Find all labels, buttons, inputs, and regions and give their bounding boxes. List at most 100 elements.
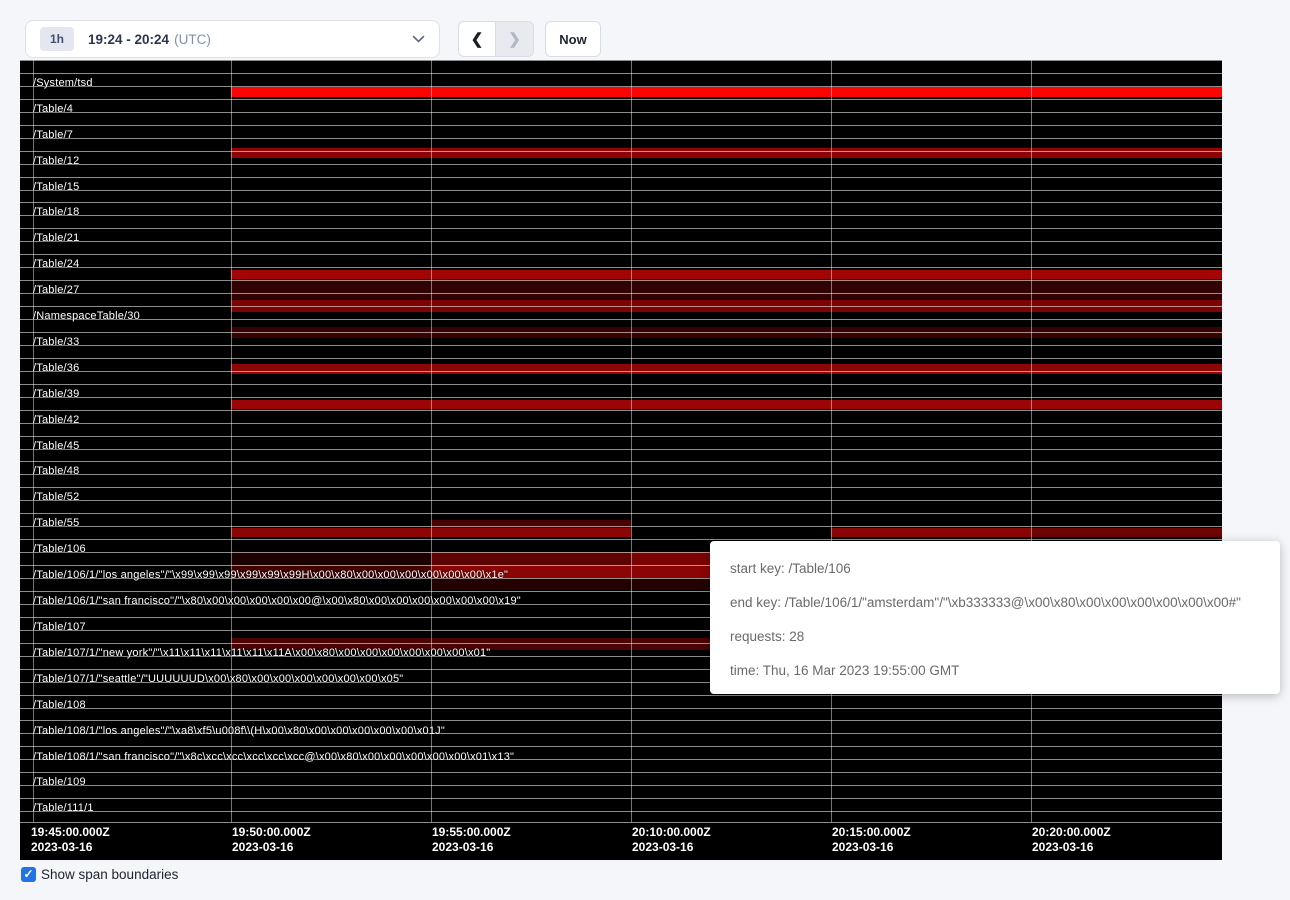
row-key-label: /Table/109 <box>33 775 86 789</box>
row-key-label: /Table/12 <box>33 154 79 168</box>
chevron-left-icon: ❮ <box>471 30 484 48</box>
time-axis-tick: 20:15:00.000Z2023-03-16 <box>832 825 911 855</box>
row-key-label: /Table/27 <box>33 283 79 297</box>
span-boundary-line <box>20 811 1222 812</box>
row-key-label: /Table/52 <box>33 490 79 504</box>
tick-date-label: 2023-03-16 <box>832 840 911 855</box>
heatmap-band <box>431 552 631 565</box>
toolbar: 1h 19:24 - 20:24 (UTC) ❮ ❯ Now <box>0 0 1290 60</box>
row-key-label: /Table/108/1/"san francisco"/"\x8c\xcc\x… <box>33 750 514 764</box>
span-boundary-line <box>20 177 1222 178</box>
tooltip-line: end key: /Table/106/1/"amsterdam"/"\xb33… <box>730 586 1260 620</box>
span-boundary-line <box>20 254 1222 255</box>
span-boundary-line <box>20 280 1222 281</box>
span-boundary-line <box>20 695 1222 696</box>
row-key-label: /Table/18 <box>33 205 79 219</box>
span-boundary-line <box>20 500 1222 501</box>
time-axis-tick: 19:45:00.000Z2023-03-16 <box>31 825 110 855</box>
time-range-select[interactable]: 1h 19:24 - 20:24 (UTC) <box>25 20 440 58</box>
row-key-label: /NamespaceTable/30 <box>33 309 140 323</box>
span-boundary-line <box>20 539 1222 540</box>
span-boundary-line <box>20 60 1222 61</box>
tick-date-label: 2023-03-16 <box>632 840 711 855</box>
tick-time-label: 19:50:00.000Z <box>232 825 311 840</box>
heatmap-band <box>231 364 1222 374</box>
row-key-label: /Table/55 <box>33 516 79 530</box>
time-bucket-boundary-line <box>631 60 632 822</box>
time-range-timezone: (UTC) <box>174 32 211 47</box>
span-boundary-line <box>20 822 1222 823</box>
tick-date-label: 2023-03-16 <box>432 840 511 855</box>
now-button[interactable]: Now <box>545 21 601 57</box>
bucket-tooltip: start key: /Table/106end key: /Table/106… <box>710 541 1280 694</box>
tick-date-label: 2023-03-16 <box>232 840 311 855</box>
row-key-label: /Table/36 <box>33 361 79 375</box>
span-boundary-line <box>20 397 1222 398</box>
row-key-label: /Table/108/1/"los angeles"/"\xa8\xf5\u00… <box>33 724 445 738</box>
chevron-right-icon: ❯ <box>508 30 521 48</box>
span-boundary-line <box>20 99 1222 100</box>
span-boundary-line <box>20 202 1222 203</box>
previous-timespan-button[interactable]: ❮ <box>458 21 496 57</box>
key-visualizer-heatmap[interactable]: /System/tsd/Table/4/Table/7/Table/12/Tab… <box>20 60 1222 860</box>
next-timespan-button[interactable]: ❯ <box>496 21 534 57</box>
span-boundary-line <box>20 267 1222 268</box>
row-key-label: /Table/108 <box>33 698 86 712</box>
tooltip-line: time: Thu, 16 Mar 2023 19:55:00 GMT <box>730 654 1260 688</box>
heatmap-band <box>231 87 1222 97</box>
row-key-label: /Table/106/1/"los angeles"/"\x99\x99\x99… <box>33 568 508 582</box>
row-key-label: /Table/106 <box>33 542 86 556</box>
time-bucket-boundary-line <box>431 60 432 822</box>
tick-time-label: 19:45:00.000Z <box>31 825 110 840</box>
heatmap-band <box>1031 528 1222 537</box>
row-key-label: /Table/24 <box>33 257 79 271</box>
span-boundary-line <box>20 164 1222 165</box>
tooltip-line: requests: 28 <box>730 620 1260 654</box>
time-bucket-boundary-line <box>831 60 832 822</box>
show-span-boundaries-label: Show span boundaries <box>41 867 178 882</box>
tick-date-label: 2023-03-16 <box>1032 840 1111 855</box>
span-boundary-line <box>20 112 1222 113</box>
tick-time-label: 20:15:00.000Z <box>832 825 911 840</box>
time-axis-tick: 19:55:00.000Z2023-03-16 <box>432 825 511 855</box>
row-key-label: /Table/106/1/"san francisco"/"\x80\x00\x… <box>33 594 521 608</box>
span-boundary-line <box>20 371 1222 372</box>
row-key-label: /Table/4 <box>33 102 73 116</box>
span-boundary-line <box>20 73 1222 74</box>
time-axis-tick: 19:50:00.000Z2023-03-16 <box>232 825 311 855</box>
span-boundary-line <box>20 332 1222 333</box>
row-key-label: /Table/15 <box>33 180 79 194</box>
span-boundary-line <box>20 513 1222 514</box>
span-boundary-line <box>20 306 1222 307</box>
span-boundary-line <box>20 798 1222 799</box>
span-boundary-line <box>20 461 1222 462</box>
bucket-tooltip-content: start key: /Table/106end key: /Table/106… <box>730 552 1260 688</box>
heatmap-band <box>231 400 1222 409</box>
row-key-label: /Table/107 <box>33 620 86 634</box>
span-boundary-line <box>20 720 1222 721</box>
row-key-label: /Table/107/1/"new york"/"\x11\x11\x11\x1… <box>33 646 490 660</box>
row-key-label: /Table/42 <box>33 413 79 427</box>
row-key-label: /Table/7 <box>33 128 73 142</box>
tick-time-label: 20:20:00.000Z <box>1032 825 1111 840</box>
span-boundary-line <box>20 526 1222 527</box>
tick-time-label: 20:10:00.000Z <box>632 825 711 840</box>
span-boundary-line <box>20 423 1222 424</box>
heatmap-band <box>231 279 1222 299</box>
span-boundary-line <box>20 785 1222 786</box>
time-range-text: 19:24 - 20:24 <box>88 32 169 47</box>
span-boundary-line <box>20 293 1222 294</box>
span-boundary-line <box>20 449 1222 450</box>
heatmap-band <box>831 528 1031 537</box>
span-boundary-line <box>20 487 1222 488</box>
span-boundary-line <box>20 241 1222 242</box>
show-span-boundaries-checkbox[interactable]: ✓ <box>21 867 36 882</box>
span-boundary-line <box>20 358 1222 359</box>
span-boundary-line <box>20 86 1222 87</box>
row-key-label: /System/tsd <box>33 76 93 90</box>
tooltip-line: start key: /Table/106 <box>730 552 1260 586</box>
time-bucket-boundary-line <box>1031 60 1032 822</box>
span-boundary-line <box>20 190 1222 191</box>
heatmap-band <box>231 552 431 565</box>
heatmap-band <box>231 148 1222 158</box>
